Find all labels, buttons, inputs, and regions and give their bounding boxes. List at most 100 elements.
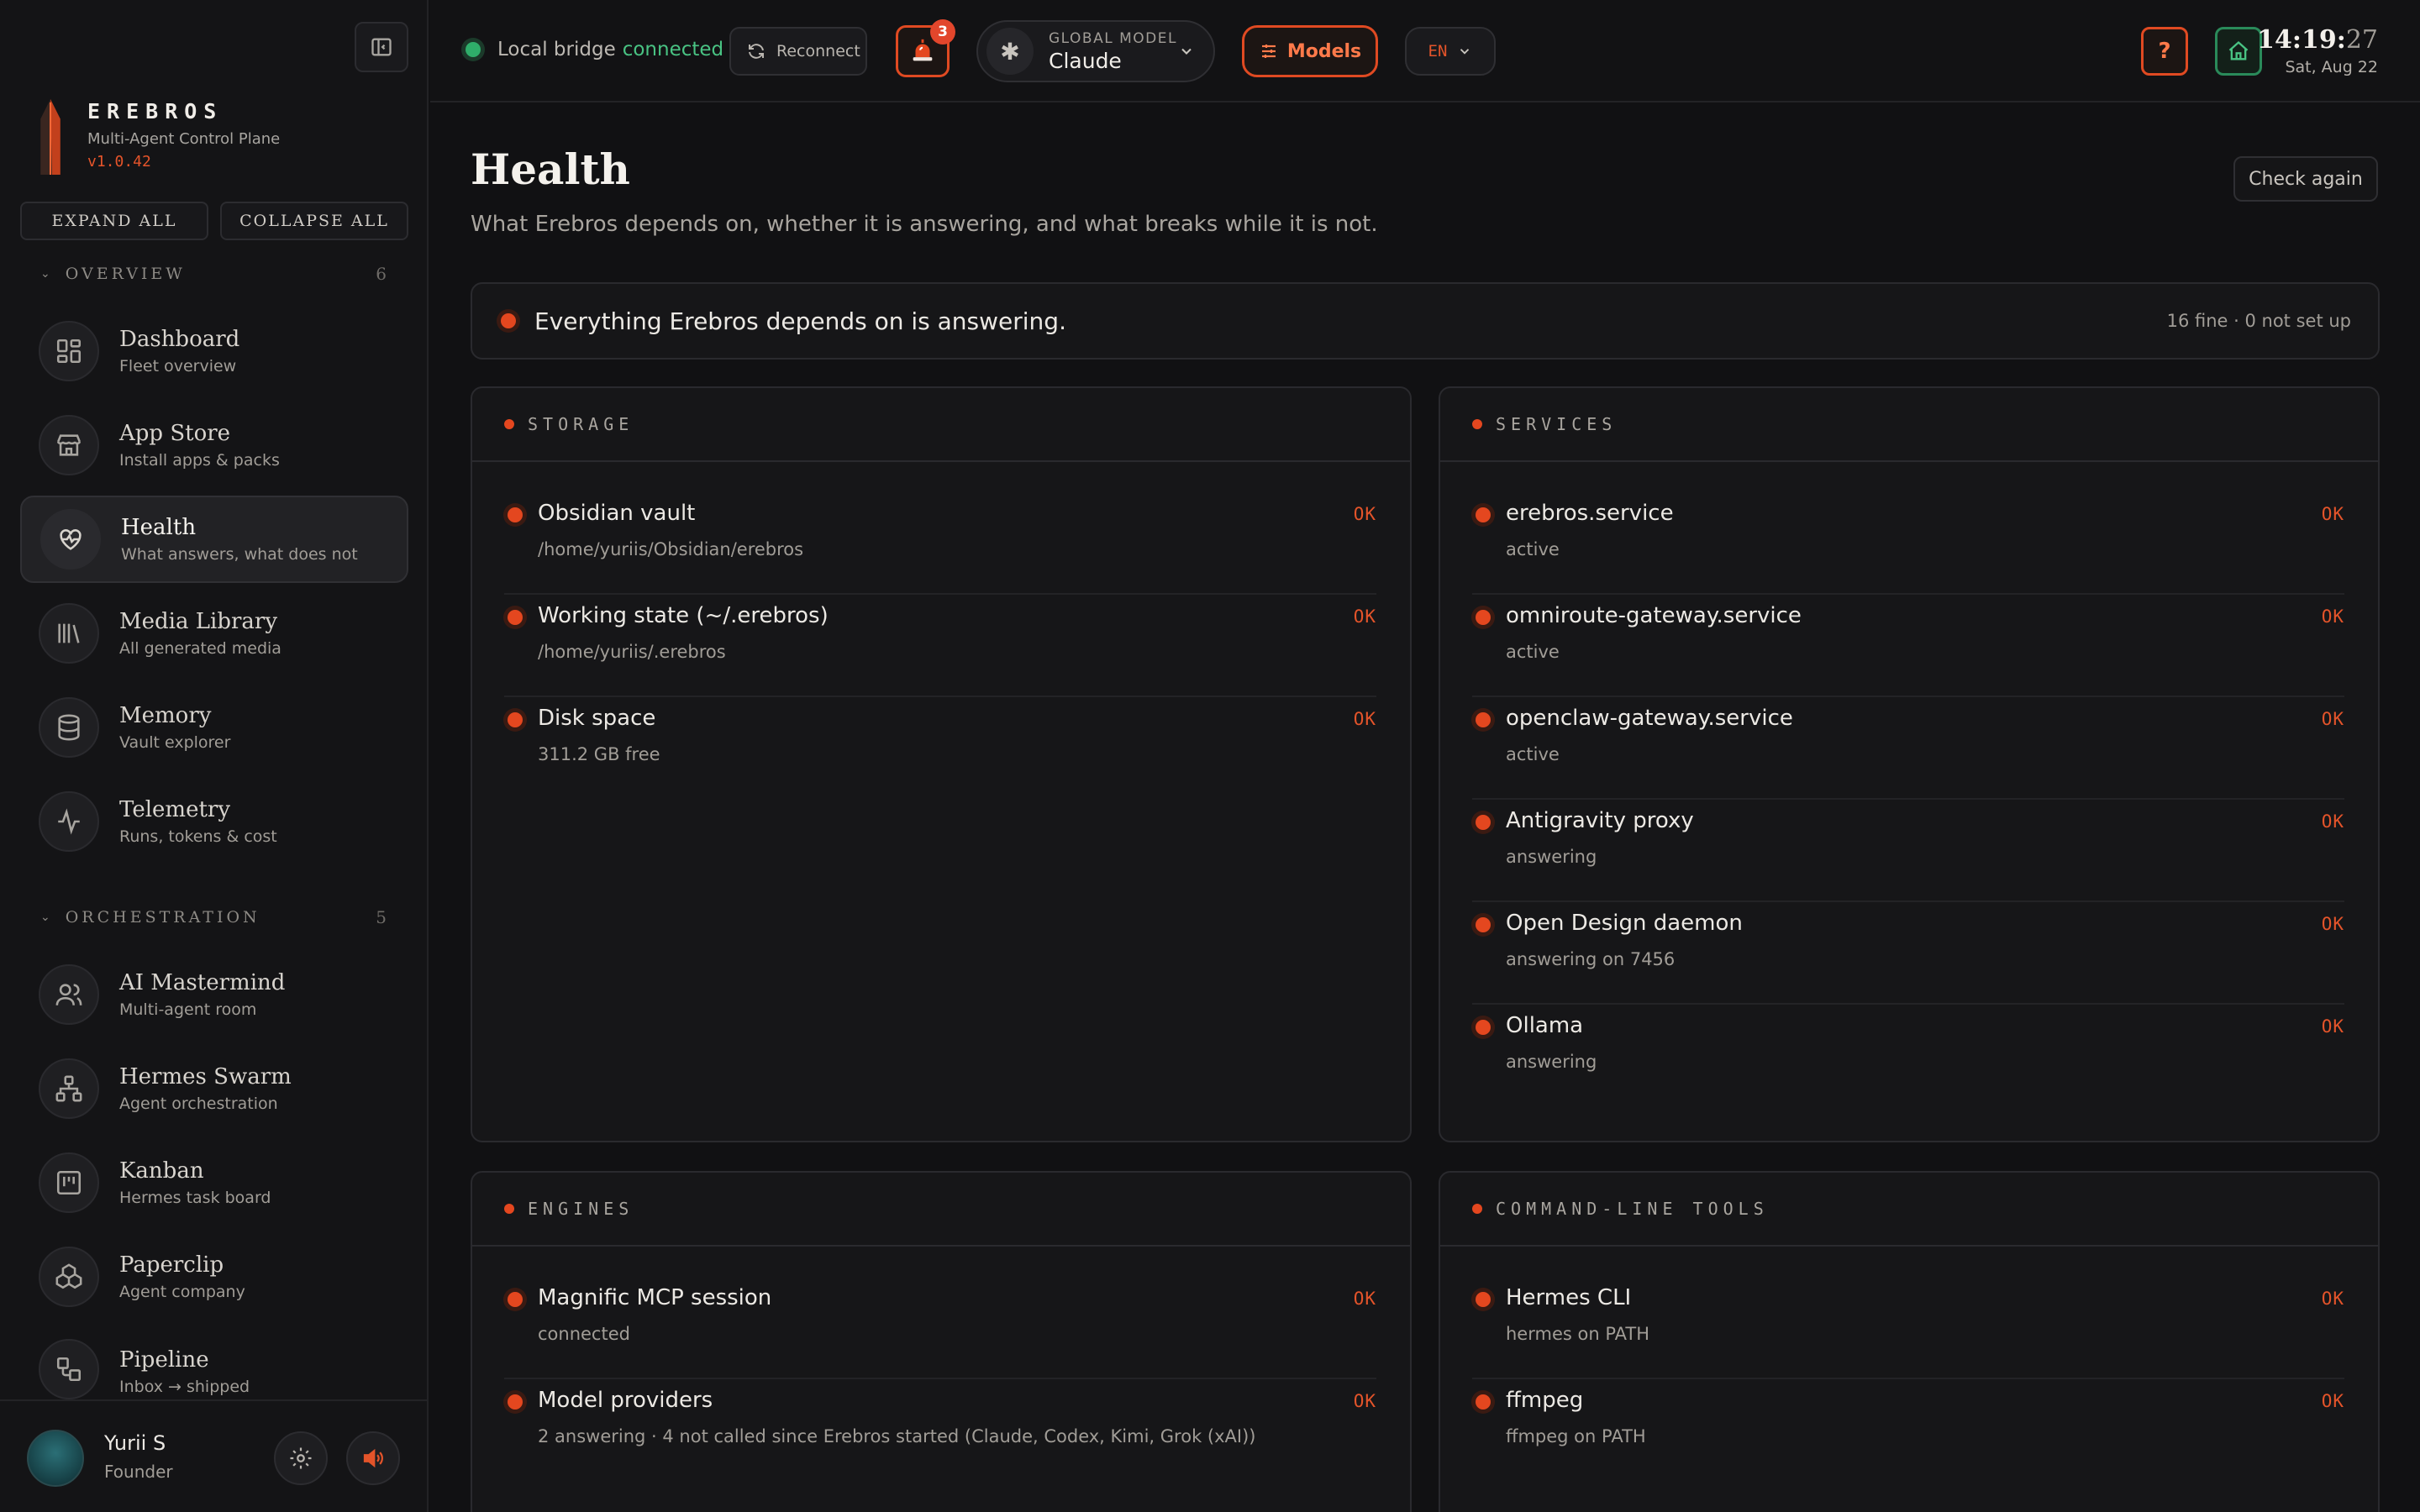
gear-icon <box>290 1447 312 1469</box>
row-detail: active <box>1506 642 1560 662</box>
sidebar-item-app-store[interactable]: App Store Install apps & packs <box>20 402 408 489</box>
sidebar-item-label: App Store <box>119 421 231 446</box>
sidebar-item-media-library[interactable]: Media Library All generated media <box>20 590 408 677</box>
sidebar-item-memory[interactable]: Memory Vault explorer <box>20 684 408 771</box>
clock-seconds: 27 <box>2345 25 2378 55</box>
user-role: Founder <box>104 1462 173 1482</box>
row-status: OK <box>1353 709 1376 729</box>
sidebar-item-kanban[interactable]: Kanban Hermes task board <box>20 1139 408 1226</box>
page-description: What Erebros depends on, whether it is a… <box>471 212 1378 237</box>
database-icon <box>58 714 80 741</box>
health-row: Disk space 311.2 GB free OK <box>504 697 1376 800</box>
sidebar-item-sub: Multi-agent room <box>119 1000 257 1019</box>
row-name: Model providers <box>538 1388 713 1413</box>
sidebar-item-sub: Fleet overview <box>119 357 237 375</box>
model-caption: GLOBAL MODEL <box>1049 29 1177 47</box>
sound-button[interactable] <box>346 1431 400 1485</box>
language-selector[interactable]: EN <box>1405 27 1496 76</box>
panel-left-icon <box>371 38 392 56</box>
erebros-logo-icon <box>40 99 60 175</box>
model-name: Claude <box>1049 48 1122 73</box>
status-dot <box>508 712 523 727</box>
expand-all-button[interactable]: EXPAND ALL <box>20 202 208 240</box>
row-detail: 2 answering · 4 not called since Erebros… <box>538 1426 1256 1446</box>
home-button[interactable] <box>2215 27 2262 76</box>
sidebar-item-sub: Install apps & packs <box>119 451 280 470</box>
row-name: Working state (~/.erebros) <box>538 603 829 628</box>
brand: EREBROS Multi-Agent Control Plane v1.0.4… <box>34 99 280 175</box>
sidebar-item-sub: Agent company <box>119 1283 245 1301</box>
health-summary: Everything Erebros depends on is answeri… <box>471 282 2380 360</box>
status-dot <box>1476 1394 1491 1410</box>
models-button[interactable]: Models <box>1242 25 1378 77</box>
sidebar-item-hermes-swarm[interactable]: Hermes Swarm Agent orchestration <box>20 1045 408 1132</box>
siren-icon <box>913 39 933 61</box>
status-dot <box>1476 712 1491 727</box>
row-name: Ollama <box>1506 1013 1584 1038</box>
check-again-button[interactable]: Check again <box>2233 156 2378 202</box>
section-overview-header[interactable]: ⌄ OVERVIEW 6 <box>40 264 387 284</box>
section-count: 6 <box>376 264 387 284</box>
collapse-all-button[interactable]: COLLAPSE ALL <box>220 202 408 240</box>
sidebar-item-ai-mastermind[interactable]: AI Mastermind Multi-agent room <box>20 951 408 1038</box>
clock: 14:19:27 Sat, Aug 22 <box>2257 25 2378 76</box>
row-name: Disk space <box>538 706 656 731</box>
language-label: EN <box>1428 42 1448 60</box>
sidebar-item-label: Health <box>121 515 197 540</box>
health-row: openclaw-gateway.service active OK <box>1472 697 2344 800</box>
row-name: ffmpeg <box>1506 1388 1584 1413</box>
clock-time: 14:19:27 <box>2257 25 2378 55</box>
status-dot <box>504 1204 514 1214</box>
sidebar-item-label: Hermes Swarm <box>119 1064 292 1089</box>
sidebar-item-label: Memory <box>119 703 212 728</box>
row-name: openclaw-gateway.service <box>1506 706 1793 731</box>
sidebar-item-pipeline[interactable]: Pipeline Inbox → shipped <box>20 1327 408 1399</box>
sidebar-footer: Yurii S Founder <box>0 1399 429 1512</box>
row-name: Open Design daemon <box>1506 911 1743 936</box>
sidebar-item-sub: Agent orchestration <box>119 1095 278 1113</box>
row-status: OK <box>2321 1016 2344 1037</box>
sidebar-item-sub: Runs, tokens & cost <box>119 827 277 846</box>
row-name: omniroute-gateway.service <box>1506 603 1802 628</box>
sidebar-item-telemetry[interactable]: Telemetry Runs, tokens & cost <box>20 778 408 865</box>
status-dot <box>504 419 514 429</box>
global-model-selector[interactable]: ✱ GLOBAL MODEL Claude <box>976 20 1215 82</box>
row-detail: hermes on PATH <box>1506 1324 1649 1344</box>
row-detail: /home/yuriis/.erebros <box>538 642 726 662</box>
section-orchestration-header[interactable]: ⌄ ORCHESTRATION 5 <box>40 907 387 927</box>
sidebar-item-paperclip[interactable]: Paperclip Agent company <box>20 1233 408 1320</box>
heart-pulse-icon <box>60 529 82 550</box>
store-icon <box>56 434 82 456</box>
topbar: Local bridge connected Reconnect 3 ✱ GLO… <box>430 0 2420 102</box>
brand-version: v1.0.42 <box>87 153 151 171</box>
bridge-label: Local bridge <box>497 39 616 60</box>
health-row: Antigravity proxy answering OK <box>1472 800 2344 902</box>
avatar[interactable] <box>27 1430 84 1487</box>
sidebar-toggle-button[interactable] <box>355 22 408 72</box>
storage-card: STORAGE Obsidian vault/home/yuriis/Obsid… <box>471 386 1412 1142</box>
reconnect-button[interactable]: Reconnect <box>729 27 867 76</box>
row-name: Antigravity proxy <box>1506 808 1694 833</box>
clock-hours-minutes: 14:19: <box>2257 25 2346 55</box>
sidebar-item-label: Dashboard <box>119 327 240 352</box>
sidebar-item-label: Telemetry <box>119 797 231 822</box>
help-button[interactable]: ? <box>2141 27 2188 76</box>
row-name: Magnific MCP session <box>538 1285 772 1310</box>
alerts-button[interactable]: 3 <box>896 19 955 77</box>
home-icon <box>2228 40 2249 60</box>
card-title: STORAGE <box>528 414 634 434</box>
health-row: erebros.service active OK <box>1472 492 2344 595</box>
cli-tools-card: COMMAND-LINE TOOLS Hermes CLI hermes on P… <box>1439 1171 2380 1512</box>
health-row: Hermes CLI hermes on PATH OK <box>1472 1277 2344 1379</box>
activity-icon <box>58 808 80 835</box>
clock-date: Sat, Aug 22 <box>2285 58 2378 76</box>
status-dot <box>1472 1204 1482 1214</box>
sidebar-item-label: Media Library <box>119 609 278 634</box>
row-detail: answering <box>1506 847 1597 867</box>
sidebar-item-dashboard[interactable]: Dashboard Fleet overview <box>20 307 408 395</box>
settings-button[interactable] <box>274 1431 328 1485</box>
status-dot <box>1476 917 1491 932</box>
sidebar-item-label: Paperclip <box>119 1252 224 1278</box>
row-status: OK <box>2321 811 2344 832</box>
sidebar-item-health[interactable]: Health What answers, what does not <box>20 496 408 583</box>
